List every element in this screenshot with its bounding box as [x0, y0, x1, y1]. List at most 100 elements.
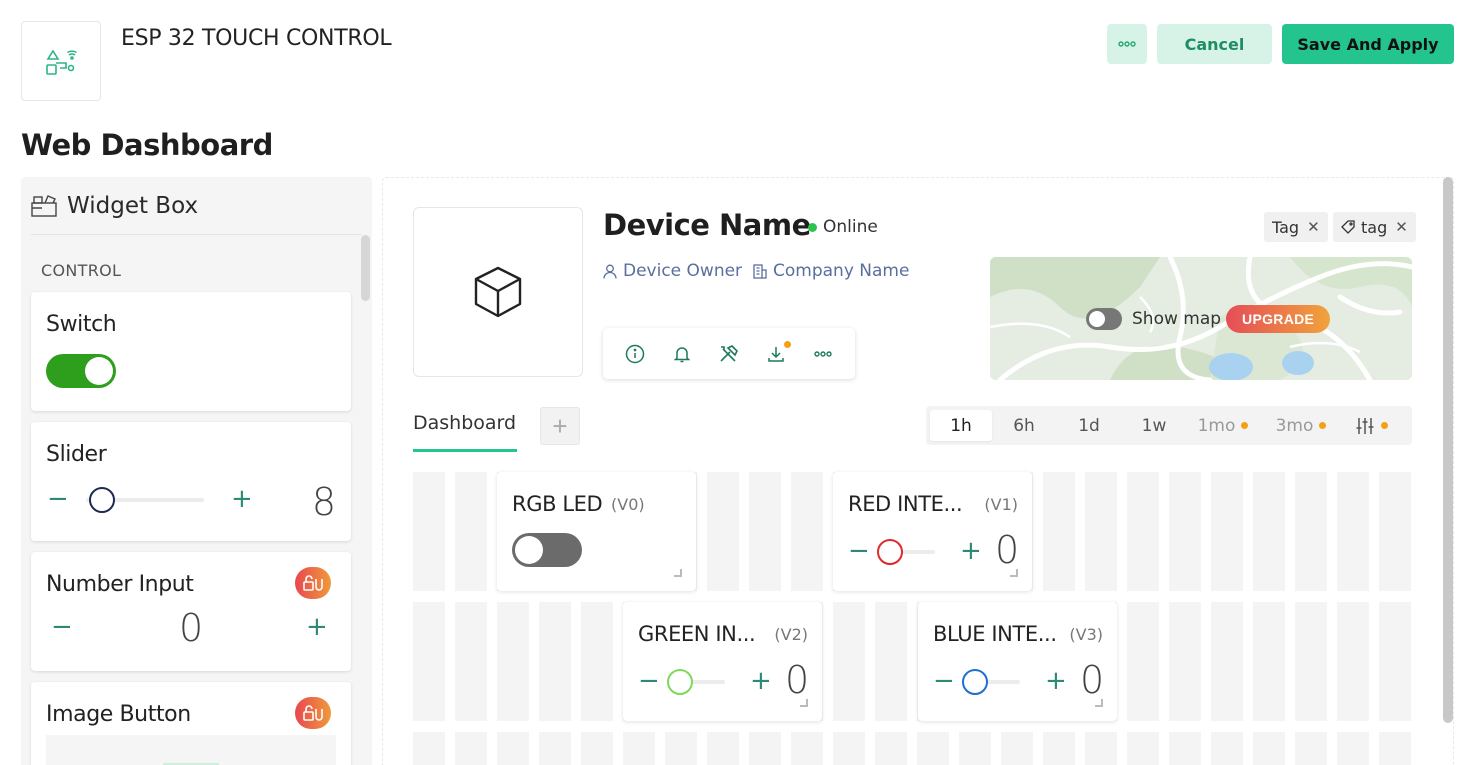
grid-cell — [1211, 732, 1243, 765]
tile-resize-handle[interactable] — [800, 699, 808, 707]
slider-handle[interactable] — [89, 487, 115, 513]
slider-decrement-button[interactable]: − — [848, 538, 870, 564]
device-tools-button[interactable] — [716, 341, 742, 367]
slider-increment-button[interactable]: + — [960, 538, 982, 564]
upgrade-lock-badge[interactable] — [295, 697, 331, 729]
company-name-link[interactable]: Company Name — [753, 261, 909, 281]
slider-increment-button[interactable]: + — [1045, 668, 1067, 694]
remove-tag-icon[interactable]: ✕ — [1307, 218, 1320, 236]
widget-category-label: CONTROL — [41, 261, 122, 280]
device-image[interactable] — [413, 207, 583, 377]
tile-title: RGB LED — [512, 492, 603, 516]
device-owner-link[interactable]: Device Owner — [603, 261, 742, 281]
tag-label: Tag — [1272, 217, 1300, 237]
slider-handle[interactable] — [667, 669, 693, 695]
grid-cell — [1295, 602, 1327, 721]
device-owner-label: Device Owner — [623, 261, 743, 281]
tag-chip[interactable]: Tag ✕ — [1264, 212, 1328, 242]
dashboard-scrollbar[interactable] — [1443, 177, 1453, 723]
more-options-button[interactable] — [1107, 24, 1147, 64]
grid-cell — [455, 602, 487, 721]
widget-image-button[interactable]: Image Button — [31, 682, 351, 765]
grid-cell — [833, 602, 865, 721]
grid-cell — [1337, 602, 1369, 721]
grid-cell — [539, 732, 571, 765]
show-map-toggle[interactable] — [1086, 308, 1122, 330]
tile-rgb-led[interactable]: RGB LED (V0) — [497, 472, 696, 591]
show-map-control: Show map UPGRADE — [1086, 305, 1331, 333]
rgb-led-switch[interactable] — [512, 533, 582, 567]
company-name-label: Company Name — [773, 261, 910, 281]
slider-increment-button[interactable]: + — [750, 668, 772, 694]
tile-blue-intensity[interactable]: BLUE INTE... (V3) − + 0 — [918, 602, 1117, 721]
grid-cell — [581, 732, 613, 765]
grid-cell — [497, 732, 529, 765]
device-more-button[interactable] — [810, 341, 836, 367]
remove-tag-icon[interactable]: ✕ — [1395, 218, 1408, 236]
add-tab-button[interactable]: + — [540, 407, 580, 445]
number-increment-button[interactable]: + — [306, 614, 328, 640]
slider-track[interactable] — [667, 669, 725, 695]
widget-switch[interactable]: Switch — [31, 292, 351, 411]
grid-cell — [1169, 472, 1201, 591]
time-range-1w[interactable]: 1w — [1124, 410, 1184, 441]
notifications-button[interactable] — [669, 341, 695, 367]
grid-cell — [749, 472, 781, 591]
premium-dot — [1380, 422, 1388, 429]
custom-range-button[interactable] — [1346, 410, 1396, 441]
time-range-1d[interactable]: 1d — [1059, 410, 1119, 441]
slider-decrement-button[interactable]: − — [47, 486, 69, 512]
upgrade-lock-badge[interactable] — [295, 567, 331, 599]
grid-cell — [413, 472, 445, 591]
save-and-apply-button[interactable]: Save And Apply — [1282, 24, 1454, 64]
grid-cell — [1085, 472, 1117, 591]
slider-value: 0 — [995, 528, 1020, 572]
tile-resize-handle[interactable] — [1095, 699, 1103, 707]
slider-value: 8 — [311, 480, 336, 524]
tile-resize-handle[interactable] — [1010, 569, 1018, 577]
time-range-6h[interactable]: 6h — [994, 410, 1054, 441]
device-name: Device Name — [603, 208, 811, 242]
online-dot-icon — [808, 222, 817, 232]
slider-handle[interactable] — [962, 669, 988, 695]
widget-box-scrollbar[interactable] — [361, 235, 370, 301]
tile-green-intensity[interactable]: GREEN IN... (V2) − + 0 — [623, 602, 822, 721]
slider-decrement-button[interactable]: − — [933, 668, 955, 694]
device-info-button[interactable] — [622, 341, 648, 367]
slider-track[interactable] — [86, 487, 204, 513]
grid-cell — [1085, 732, 1117, 765]
widget-slider[interactable]: Slider − + 8 — [31, 422, 351, 541]
slider-track[interactable] — [877, 539, 935, 565]
grid-cell — [1211, 472, 1243, 591]
grid-cell — [1043, 472, 1075, 591]
tab-dashboard[interactable]: Dashboard — [413, 412, 516, 434]
device-location-map[interactable]: Show map UPGRADE — [990, 257, 1412, 380]
widget-number-input[interactable]: Number Input − 0 + — [31, 552, 351, 671]
slider-track[interactable] — [962, 669, 1020, 695]
active-tab-indicator — [413, 449, 517, 452]
slider-increment-button[interactable]: + — [231, 486, 253, 512]
grid-cell — [749, 732, 781, 765]
time-range-3mo[interactable]: 3mo — [1266, 410, 1336, 441]
tag-chip[interactable]: tag ✕ — [1333, 212, 1416, 242]
info-icon — [625, 344, 644, 363]
grid-cell — [875, 602, 907, 721]
download-icon — [768, 346, 784, 362]
switch-toggle[interactable] — [46, 354, 116, 388]
number-decrement-button[interactable]: − — [51, 614, 73, 640]
time-range-1h[interactable]: 1h — [930, 410, 992, 441]
grid-cell — [1043, 732, 1075, 765]
upgrade-button[interactable]: UPGRADE — [1226, 305, 1331, 333]
grid-cell — [1379, 472, 1411, 591]
slider-decrement-button[interactable]: − — [638, 668, 660, 694]
slider-handle[interactable] — [877, 539, 903, 565]
tile-red-intensity[interactable]: RED INTE... (V1) − + 0 — [833, 472, 1032, 591]
show-map-label: Show map — [1132, 309, 1222, 329]
tile-resize-handle[interactable] — [674, 569, 682, 577]
time-range-1mo[interactable]: 1mo — [1188, 410, 1258, 441]
image-button-preview — [46, 735, 336, 765]
tools-icon — [720, 344, 738, 362]
user-icon — [603, 264, 617, 279]
cancel-button[interactable]: Cancel — [1157, 24, 1272, 64]
download-button[interactable] — [763, 340, 792, 367]
